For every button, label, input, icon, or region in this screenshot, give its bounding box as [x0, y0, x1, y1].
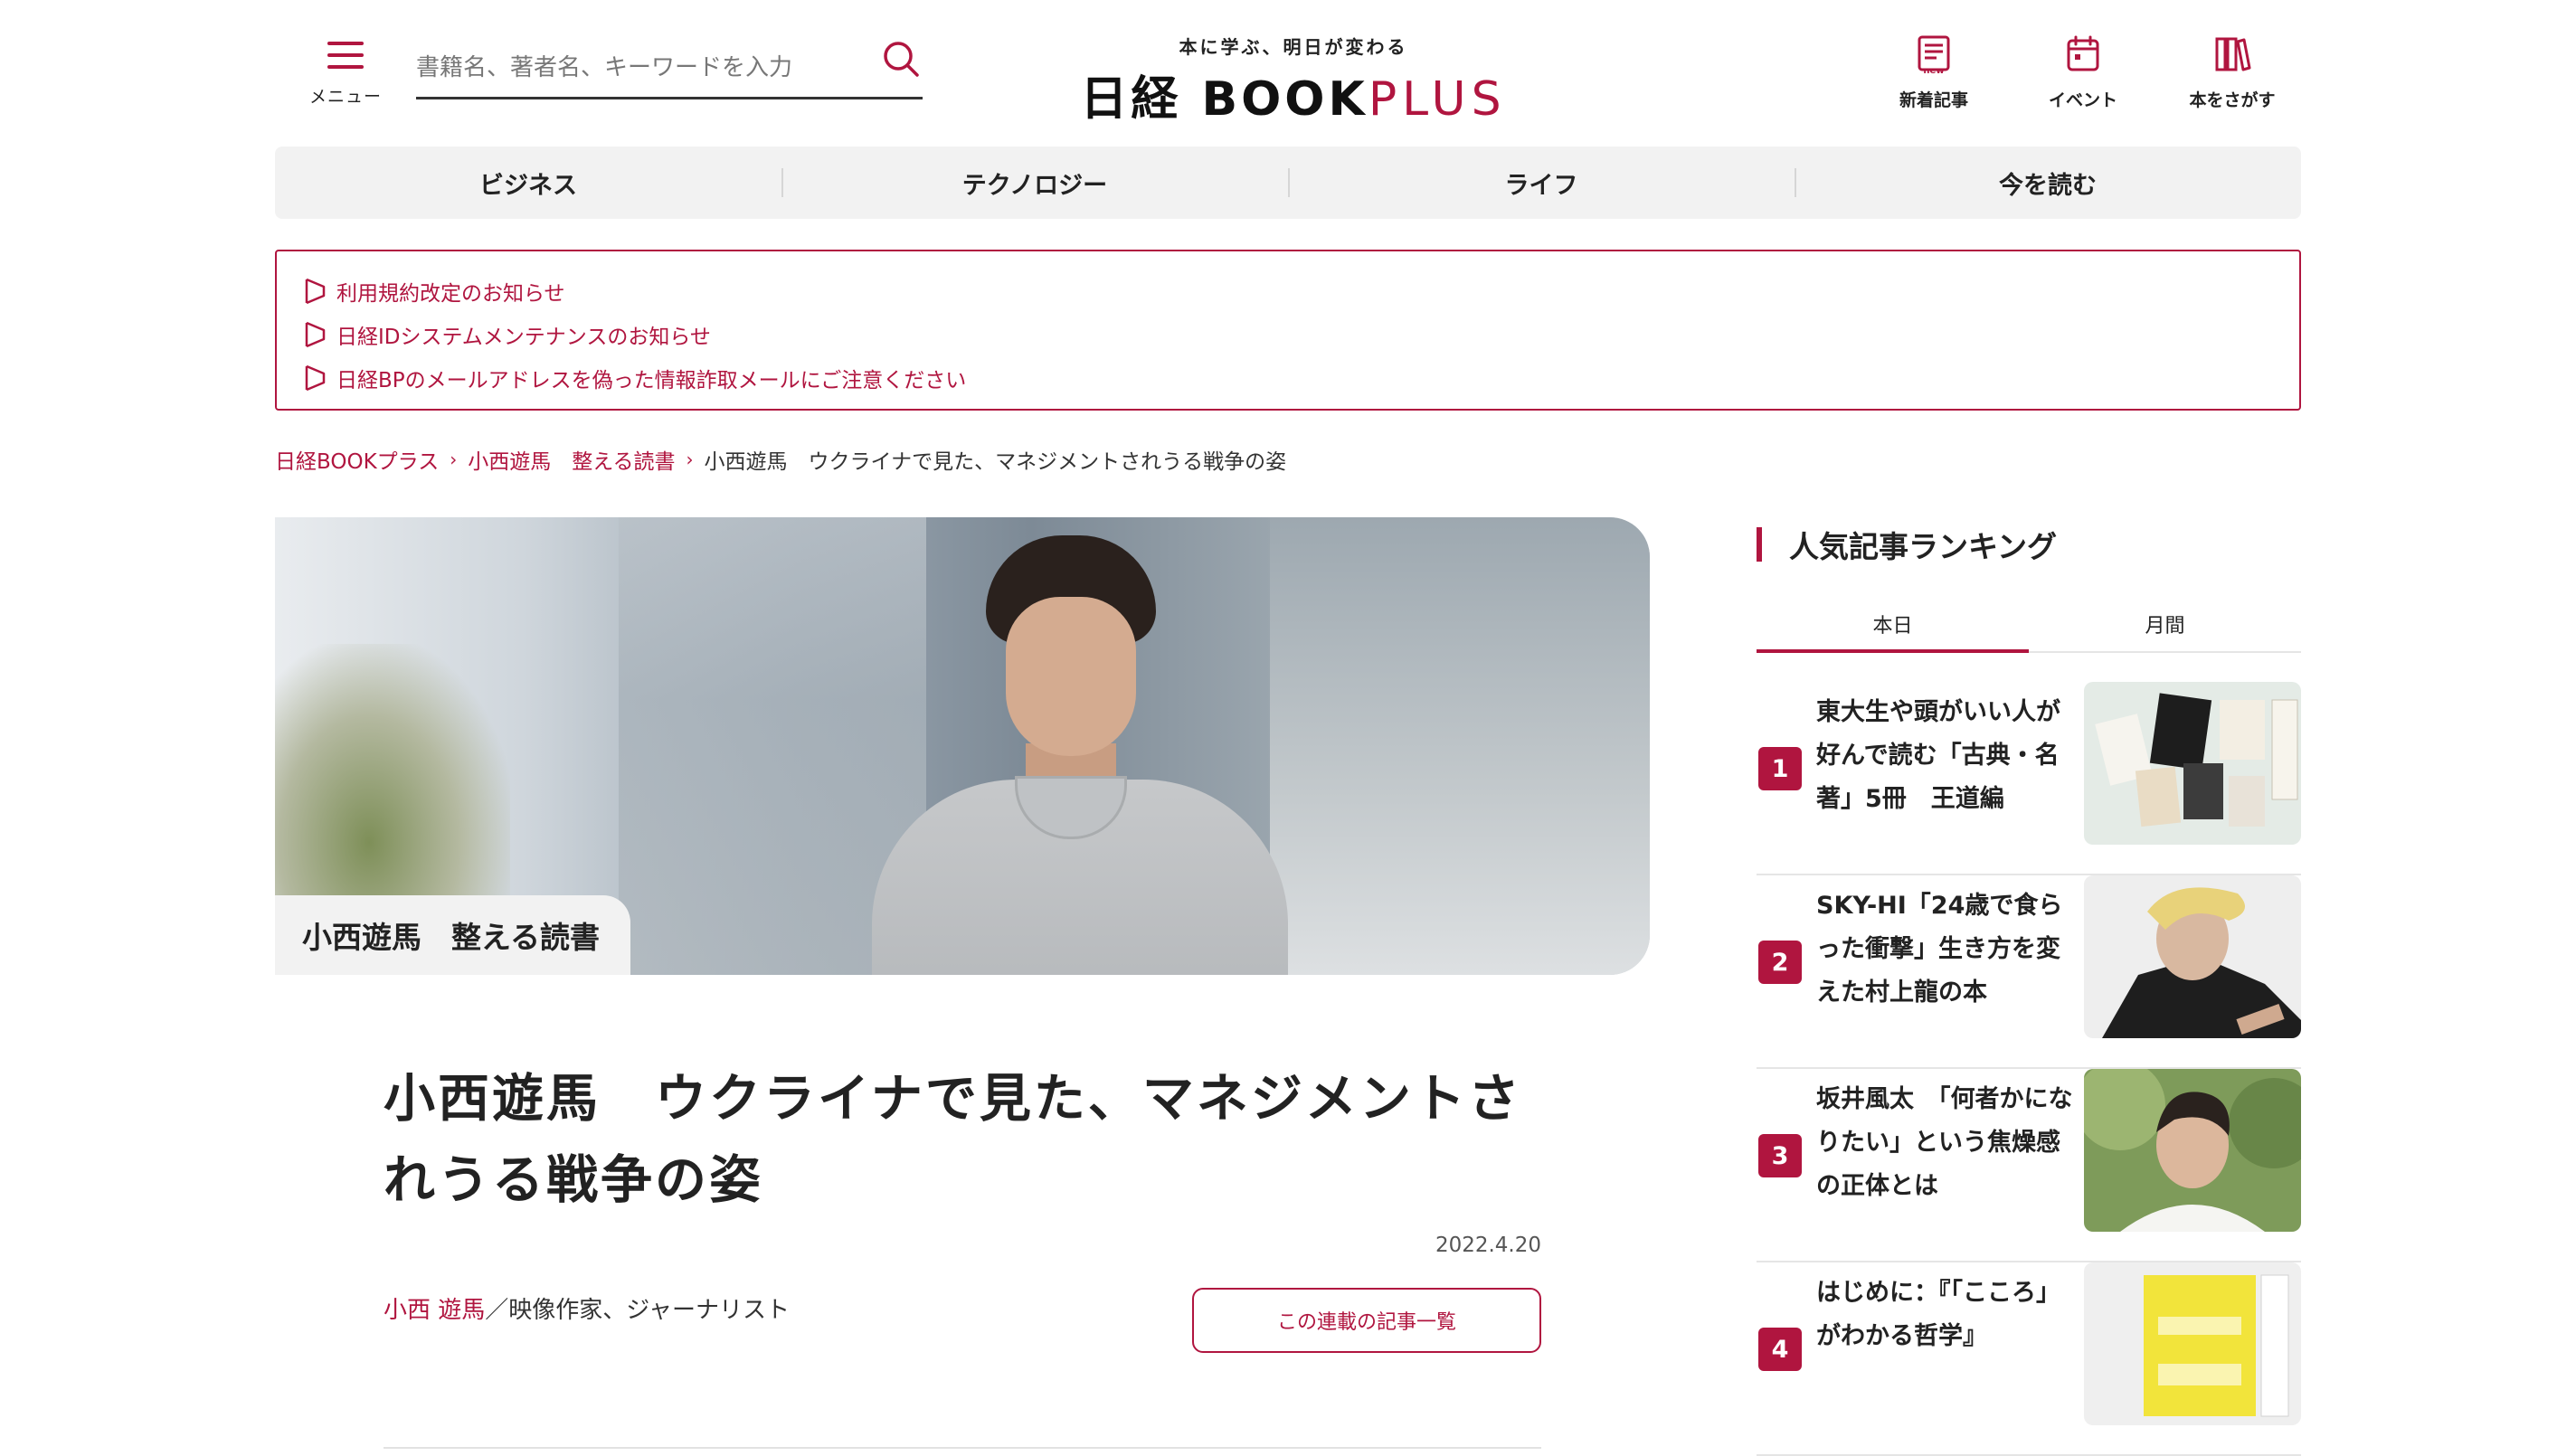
rank-thumbnail: [2084, 1262, 2301, 1425]
category-technology[interactable]: テクノロジー: [781, 147, 1288, 219]
author-line: 小西 遊馬／映像作家、ジャーナリスト: [384, 1291, 790, 1325]
notice-item[interactable]: 利用規約改定のお知らせ: [304, 269, 2272, 313]
megaphone-icon: [305, 321, 326, 348]
nav-events-label: イベント: [2048, 90, 2117, 110]
breadcrumb: 日経BOOKプラス › 小西遊馬 整える読書 › 小西遊馬 ウクライナで見た、マ…: [275, 443, 1286, 476]
ranking-item[interactable]: 2 SKY-HI「24歳で食らった衝撃」生き方を変えた村上龍の本: [1757, 875, 2301, 1069]
megaphone-icon: [305, 364, 326, 392]
ranking-item[interactable]: 1 東大生や頭がいい人が好んで読む「古典・名著」5冊 王道編: [1757, 682, 2301, 875]
logo-wordmark: 日経 BOOKPLUS: [1076, 61, 1511, 128]
rank-title: SKY-HI「24歳で食らった衝撃」生き方を変えた村上龍の本: [1816, 892, 2063, 1007]
calendar-icon: [2067, 35, 2099, 71]
rank-thumbnail: [2084, 682, 2301, 845]
notice-text: 日経IDシステムメンテナンスのお知らせ: [336, 326, 711, 349]
hero-image: 小西遊馬 整える読書: [275, 517, 1650, 975]
tab-monthly[interactable]: 月間: [2029, 597, 2301, 651]
rank-title: はじめに：『「こころ」がわかる哲学』: [1816, 1279, 2060, 1350]
heading-bar: [1757, 527, 1762, 562]
rank-title: 坂井風太 「何者かになりたい」という焦燥感の正体とは: [1816, 1085, 2073, 1200]
rank-number: 2: [1758, 941, 1802, 984]
person-face: [1006, 597, 1136, 756]
notice-text: 利用規約改定のお知らせ: [336, 282, 565, 306]
site-header: メニュー 本に学ぶ、明日が変わる 日経 BOOKPLUS new 新着記事 イ: [0, 0, 2576, 136]
search-icon[interactable]: [879, 38, 923, 81]
category-current[interactable]: 今を読む: [1795, 147, 2301, 219]
breadcrumb-series[interactable]: 小西遊馬 整える読書: [468, 444, 675, 475]
megaphone-icon: [305, 278, 326, 305]
series-label[interactable]: 小西遊馬 整える読書: [275, 895, 631, 975]
site-logo[interactable]: 本に学ぶ、明日が変わる 日経 BOOKPLUS: [1076, 33, 1511, 127]
author-link[interactable]: 小西 遊馬: [384, 1297, 485, 1324]
rank-number: 3: [1758, 1134, 1802, 1177]
new-articles-icon: new: [1918, 35, 1950, 74]
person-photo: [2084, 1069, 2301, 1232]
search-bar: [416, 36, 923, 99]
ranking-item[interactable]: 4 はじめに：『「こころ」がわかる哲学』: [1757, 1262, 2301, 1456]
nav-new-articles[interactable]: new 新着記事: [1884, 34, 1984, 111]
category-business[interactable]: ビジネス: [275, 147, 781, 219]
rank-number: 1: [1758, 747, 1802, 790]
nav-events[interactable]: イベント: [2033, 34, 2133, 111]
article-title: 小西遊馬 ウクライナで見た、マネジメントされうる戦争の姿: [384, 1069, 1522, 1210]
nav-find-books-label: 本をさがす: [2189, 90, 2276, 110]
breadcrumb-home[interactable]: 日経BOOKプラス: [275, 444, 439, 475]
tab-today[interactable]: 本日: [1757, 597, 2029, 653]
svg-text:new: new: [1923, 66, 1944, 74]
category-life[interactable]: ライフ: [1288, 147, 1795, 219]
logo-plus: PLUS: [1368, 72, 1507, 127]
notice-box: 利用規約改定のお知らせ 日経IDシステムメンテナンスのお知らせ 日経BPのメール…: [275, 250, 2301, 411]
chevron-right-icon: ›: [450, 449, 458, 470]
nav-new-articles-label: 新着記事: [1899, 90, 1968, 110]
person-photo: [2084, 875, 2301, 1038]
books-icon: [2215, 37, 2251, 71]
hamburger-icon: [327, 42, 364, 69]
notice-item[interactable]: 日経IDシステムメンテナンスのお知らせ: [304, 313, 2272, 356]
notice-text: 日経BPのメールアドレスを偽った情報詐取メールにご注意ください: [336, 369, 967, 392]
nav-find-books[interactable]: 本をさがす: [2183, 34, 2282, 111]
book-cover-photo: [2084, 1262, 2301, 1425]
chevron-right-icon: ›: [686, 449, 694, 470]
ranking-tabs: 本日 月間: [1757, 597, 2301, 653]
author-role: ／映像作家、ジャーナリスト: [485, 1297, 790, 1324]
hero-street: [1270, 517, 1650, 975]
search-input[interactable]: [416, 45, 850, 90]
ranking-item[interactable]: 3 坂井風太 「何者かになりたい」という焦燥感の正体とは: [1757, 1069, 2301, 1262]
rank-number: 4: [1758, 1328, 1802, 1371]
article-date: 2022.4.20: [1435, 1234, 1541, 1257]
menu-label: メニュー: [308, 87, 382, 107]
books-photo: [2084, 682, 2301, 845]
ranking-heading: 人気記事ランキング: [1757, 523, 2057, 566]
breadcrumb-current: 小西遊馬 ウクライナで見た、マネジメントされうる戦争の姿: [704, 450, 1287, 474]
rank-thumbnail: [2084, 1069, 2301, 1232]
rank-title: 東大生や頭がいい人が好んで読む「古典・名著」5冊 王道編: [1816, 698, 2060, 813]
ranking-title: 人気記事ランキング: [1789, 529, 2058, 564]
category-nav: ビジネス テクノロジー ライフ 今を読む: [275, 147, 2301, 219]
series-list-button[interactable]: この連載の記事一覧: [1192, 1288, 1541, 1353]
rank-thumbnail: [2084, 875, 2301, 1038]
notice-item[interactable]: 日経BPのメールアドレスを偽った情報詐取メールにご注意ください: [304, 356, 2272, 400]
menu-button[interactable]: メニュー: [304, 33, 387, 114]
logo-name: 日経 BOOK: [1080, 72, 1368, 127]
logo-tagline: 本に学ぶ、明日が変わる: [1179, 36, 1408, 58]
